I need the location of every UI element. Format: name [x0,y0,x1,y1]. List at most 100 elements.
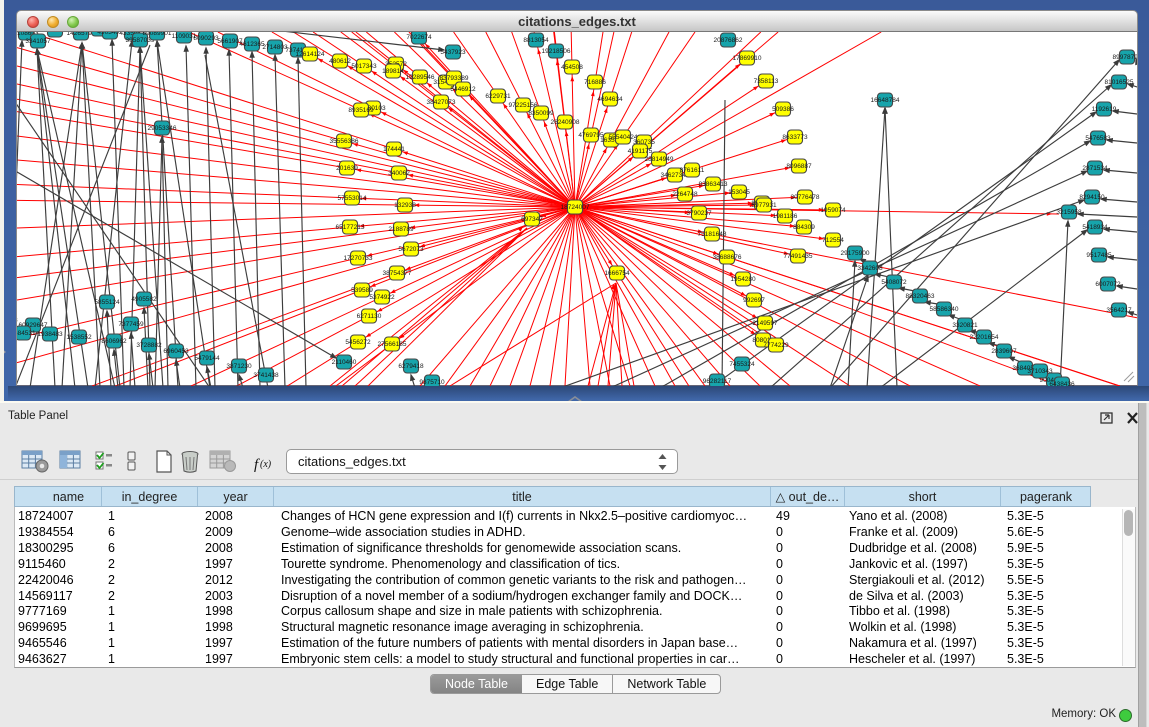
svg-text:3215958: 3215958 [1056,209,1082,216]
svg-text:1192619: 1192619 [1092,106,1117,113]
svg-text:697347: 697347 [521,216,543,223]
svg-text:7358113: 7358113 [754,78,779,85]
svg-text:89978790: 89978790 [1113,54,1142,61]
svg-text:2149597: 2149597 [752,320,778,327]
svg-text:3790237: 3790237 [686,210,712,217]
svg-text:3728882: 3728882 [136,342,162,349]
svg-text:8935169: 8935169 [348,107,374,114]
svg-text:9517485: 9517485 [1086,252,1112,259]
svg-text:5017343: 5017343 [351,63,377,70]
svg-text:5855124: 5855124 [94,299,120,306]
svg-text:3871230: 3871230 [226,363,252,370]
svg-text:38427073: 38427073 [427,99,456,106]
svg-text:189814: 189814 [382,68,404,75]
svg-text:5672073: 5672073 [398,246,424,253]
svg-text:30776478: 30776478 [791,194,820,201]
svg-text:77491435: 77491435 [784,253,813,260]
svg-text:4694634: 4694634 [597,96,623,103]
svg-text:83793389: 83793389 [440,75,469,82]
svg-text:17869910: 17869910 [733,55,762,62]
svg-text:5408072: 5408072 [881,279,907,286]
svg-text:20876862: 20876862 [714,37,743,44]
svg-text:480612: 480612 [329,58,351,65]
svg-text:5418934: 5418934 [1082,224,1108,231]
svg-text:22201654: 22201654 [970,334,999,341]
svg-text:5374922: 5374922 [369,294,395,301]
svg-text:3320821: 3320821 [952,322,978,329]
svg-text:539589: 539589 [351,287,373,294]
svg-text:132938: 132938 [394,202,416,209]
svg-text:4905582: 4905582 [131,296,157,303]
svg-text:3741438: 3741438 [253,372,279,379]
svg-text:1954280: 1954280 [730,276,756,283]
svg-text:3710343: 3710343 [1027,368,1053,375]
svg-text:5446912: 5446912 [450,86,476,93]
svg-text:8096887: 8096887 [786,163,812,170]
svg-text:6229731: 6229731 [485,93,511,100]
svg-text:4612365: 4612365 [239,41,265,48]
svg-text:6279418: 6279418 [398,363,424,370]
svg-text:2188789: 2188789 [388,226,414,233]
svg-text:28814949: 28814949 [645,156,674,163]
svg-text:3342608: 3342608 [857,265,883,272]
svg-text:2871534: 2871534 [1082,165,1108,172]
svg-text:38688676: 38688676 [713,254,742,261]
svg-text:8633773: 8633773 [782,134,808,141]
svg-text:35556386: 35556386 [330,138,359,145]
svg-text:8350099: 8350099 [528,110,554,117]
svg-text:7377459: 7377459 [118,321,144,328]
svg-text:153045: 153045 [728,189,750,196]
svg-text:8090293: 8090293 [193,35,219,42]
svg-text:(x): (x) [260,459,272,470]
svg-text:57553014: 57553014 [338,195,367,202]
svg-text:6438436: 6438436 [1049,381,1075,388]
svg-text:8606962: 8606962 [101,338,127,345]
svg-text:29053346: 29053346 [148,125,177,132]
svg-text:2264748: 2264748 [672,191,698,198]
svg-text:83863413: 83863413 [699,181,728,188]
svg-text:716886: 716886 [584,79,606,86]
svg-text:58586340: 58586340 [930,306,959,313]
svg-text:8813054: 8813054 [523,37,549,44]
svg-text:12614124: 12614124 [296,51,325,58]
svg-text:4191175: 4191175 [628,148,653,155]
svg-text:1938483: 1938483 [37,331,63,338]
svg-text:5479144: 5479144 [194,355,220,362]
svg-text:7022674: 7022674 [406,34,432,41]
svg-text:7455324: 7455324 [729,361,755,368]
svg-text:8294150: 8294150 [1079,194,1105,201]
svg-text:17270733: 17270733 [344,255,373,262]
svg-text:5437923: 5437923 [440,49,466,56]
svg-text:19289546: 19289546 [406,74,435,81]
svg-text:7774229: 7774229 [763,342,789,349]
svg-text:5476583: 5476583 [1085,135,1111,142]
svg-text:4684531: 4684531 [10,330,36,337]
svg-text:8761611: 8761611 [680,167,705,174]
svg-text:27566185: 27566185 [378,341,407,348]
svg-text:26240908: 26240908 [551,119,580,126]
svg-text:6960453: 6960453 [163,348,189,355]
svg-text:340062: 340062 [388,170,410,177]
svg-text:201639: 201639 [336,165,358,172]
svg-text:1538552: 1538552 [66,334,92,341]
svg-text:5977931: 5977931 [751,202,777,209]
svg-text:96282117: 96282117 [703,378,732,385]
svg-text:3564217: 3564217 [1106,307,1132,314]
svg-text:3341057: 3341057 [25,38,51,45]
svg-text:454508: 454508 [561,64,583,71]
svg-text:88320463: 88320463 [906,293,935,300]
svg-text:509386: 509386 [772,106,794,113]
svg-text:19218506: 19218506 [542,48,571,55]
svg-text:29175900: 29175900 [841,250,870,257]
svg-text:6271130: 6271130 [357,313,382,320]
svg-text:884309: 884309 [793,224,815,231]
svg-text:5456272: 5456272 [345,339,371,346]
svg-text:992697: 992697 [743,297,765,304]
svg-text:2110460: 2110460 [332,359,357,366]
svg-text:16648784: 16648784 [871,97,900,104]
svg-text:65177213: 65177213 [336,224,365,231]
svg-text:75181648: 75181648 [698,231,727,238]
svg-text:9375710: 9375710 [419,379,445,386]
svg-text:2839607: 2839607 [991,348,1017,355]
svg-text:18724007: 18724007 [561,204,590,211]
